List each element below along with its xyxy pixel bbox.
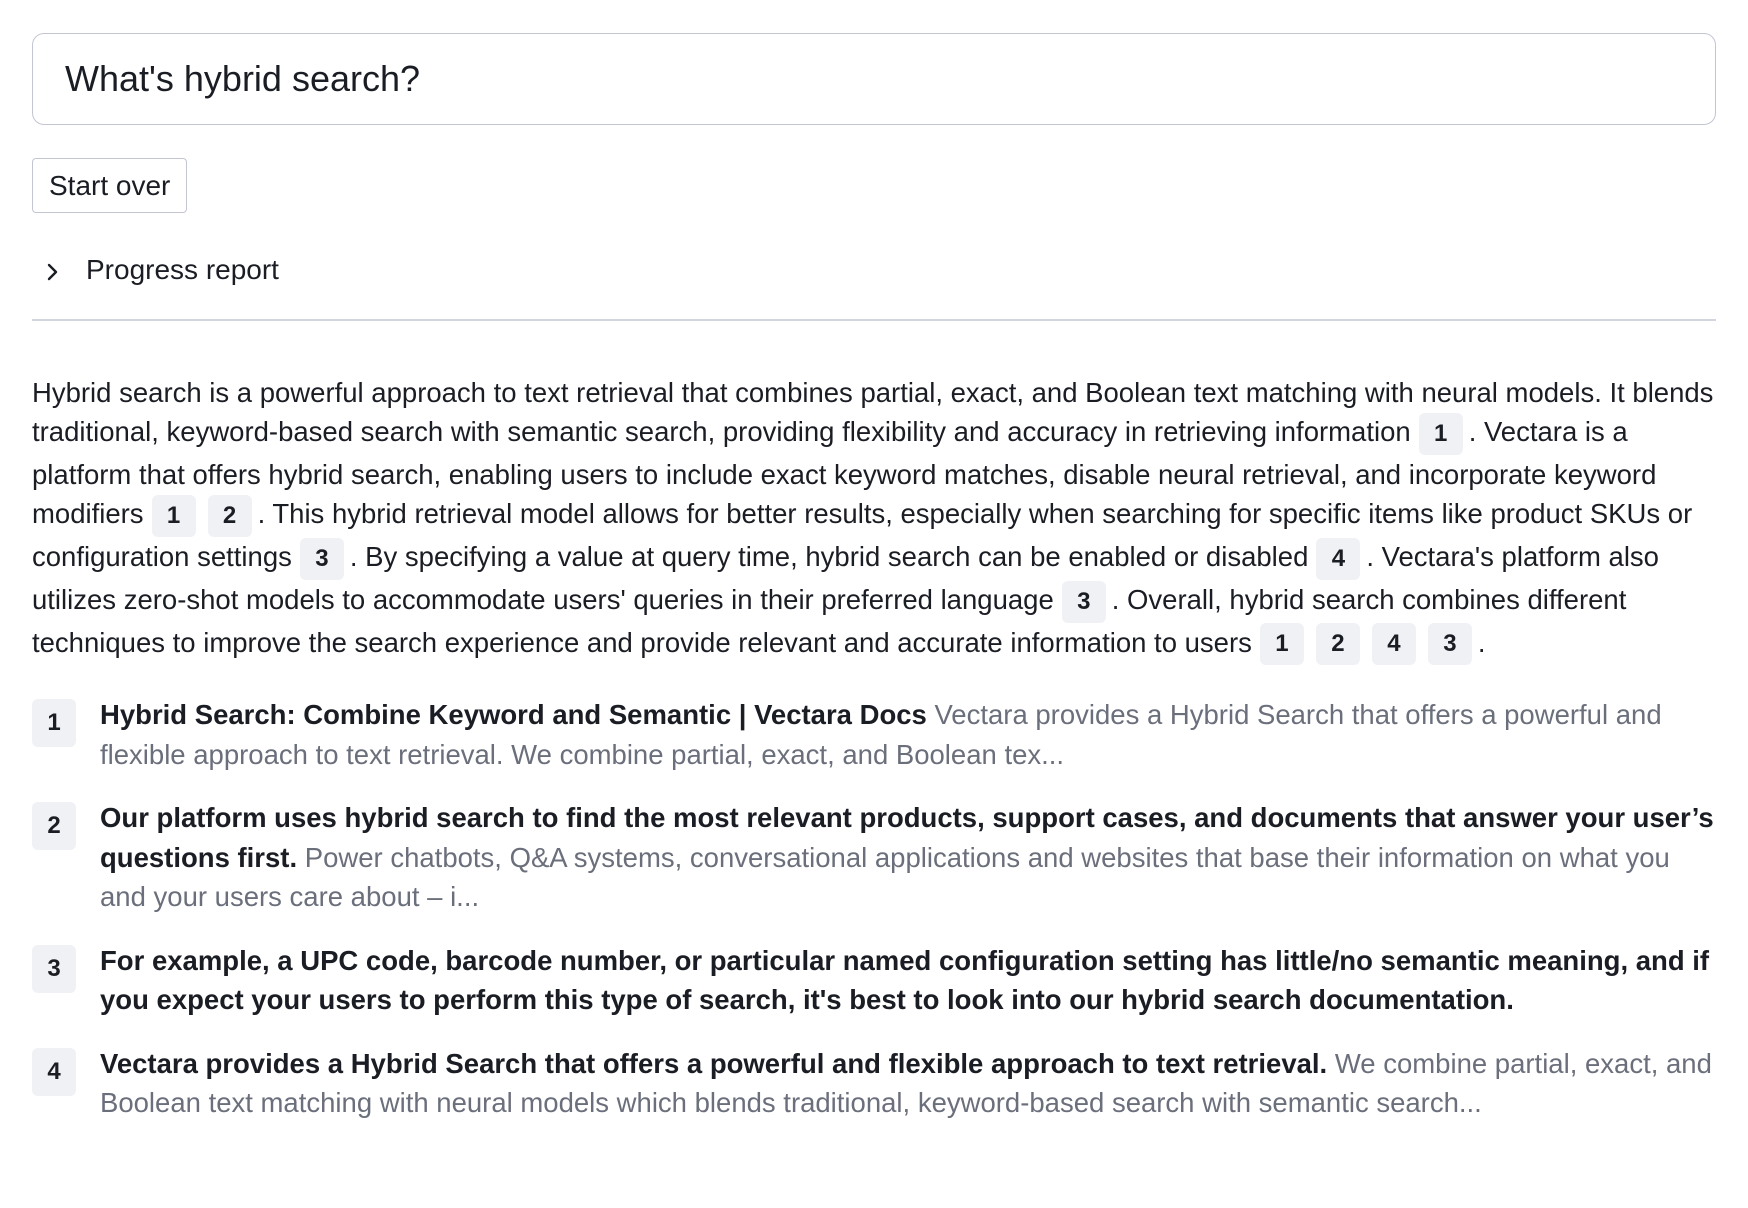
chevron-right-icon xyxy=(46,263,60,281)
citation-badge[interactable]: 4 xyxy=(1371,623,1416,666)
page: Start over Progress report Hybrid search… xyxy=(0,0,1748,1208)
reference-body: Our platform uses hybrid search to find … xyxy=(100,798,1722,917)
summary-text: . By specifying a value at query time, h… xyxy=(349,541,1309,573)
reference-title[interactable]: For example, a UPC code, barcode number,… xyxy=(100,945,1709,1016)
reference-item: 2 Our platform uses hybrid search to fin… xyxy=(32,798,1722,917)
citation-badge[interactable]: 3 xyxy=(299,537,344,580)
divider xyxy=(32,319,1716,321)
reference-number: 4 xyxy=(32,1047,76,1096)
search-input[interactable] xyxy=(65,58,1683,100)
reference-item: 4 Vectara provides a Hybrid Search that … xyxy=(32,1044,1722,1123)
start-over-button[interactable]: Start over xyxy=(32,158,188,213)
reference-number: 2 xyxy=(32,802,76,851)
citation-badge[interactable]: 1 xyxy=(1418,413,1463,456)
citation-badge[interactable]: 4 xyxy=(1316,537,1361,580)
citation-badge[interactable]: 3 xyxy=(1427,623,1472,666)
reference-title[interactable]: Vectara provides a Hybrid Search that of… xyxy=(100,1048,1327,1079)
citation-badge[interactable]: 2 xyxy=(207,495,252,538)
citation-badge[interactable]: 2 xyxy=(1315,623,1360,666)
reference-snippet: Power chatbots, Q&A systems, conversatio… xyxy=(100,841,1670,913)
answer-summary: Hybrid search is a powerful approach to … xyxy=(32,373,1722,666)
summary-text: . xyxy=(1477,626,1486,658)
reference-item: 1 Hybrid Search: Combine Keyword and Sem… xyxy=(32,695,1722,774)
reference-number: 1 xyxy=(32,699,76,748)
reference-item: 3 For example, a UPC code, barcode numbe… xyxy=(32,941,1722,1020)
reference-body: Hybrid Search: Combine Keyword and Seman… xyxy=(100,695,1722,774)
reference-title[interactable]: Hybrid Search: Combine Keyword and Seman… xyxy=(100,699,927,730)
citation-badge[interactable]: 3 xyxy=(1061,580,1106,623)
citation-badge[interactable]: 1 xyxy=(1259,623,1304,666)
progress-report-label: Progress report xyxy=(86,254,279,285)
reference-body: Vectara provides a Hybrid Search that of… xyxy=(100,1044,1722,1123)
citation-badge[interactable]: 1 xyxy=(151,495,196,538)
progress-report-toggle[interactable]: Progress report xyxy=(32,249,1716,291)
reference-number: 3 xyxy=(32,944,76,993)
reference-list: 1 Hybrid Search: Combine Keyword and Sem… xyxy=(32,695,1722,1123)
search-box[interactable] xyxy=(32,33,1716,125)
reference-body: For example, a UPC code, barcode number,… xyxy=(100,941,1722,1020)
